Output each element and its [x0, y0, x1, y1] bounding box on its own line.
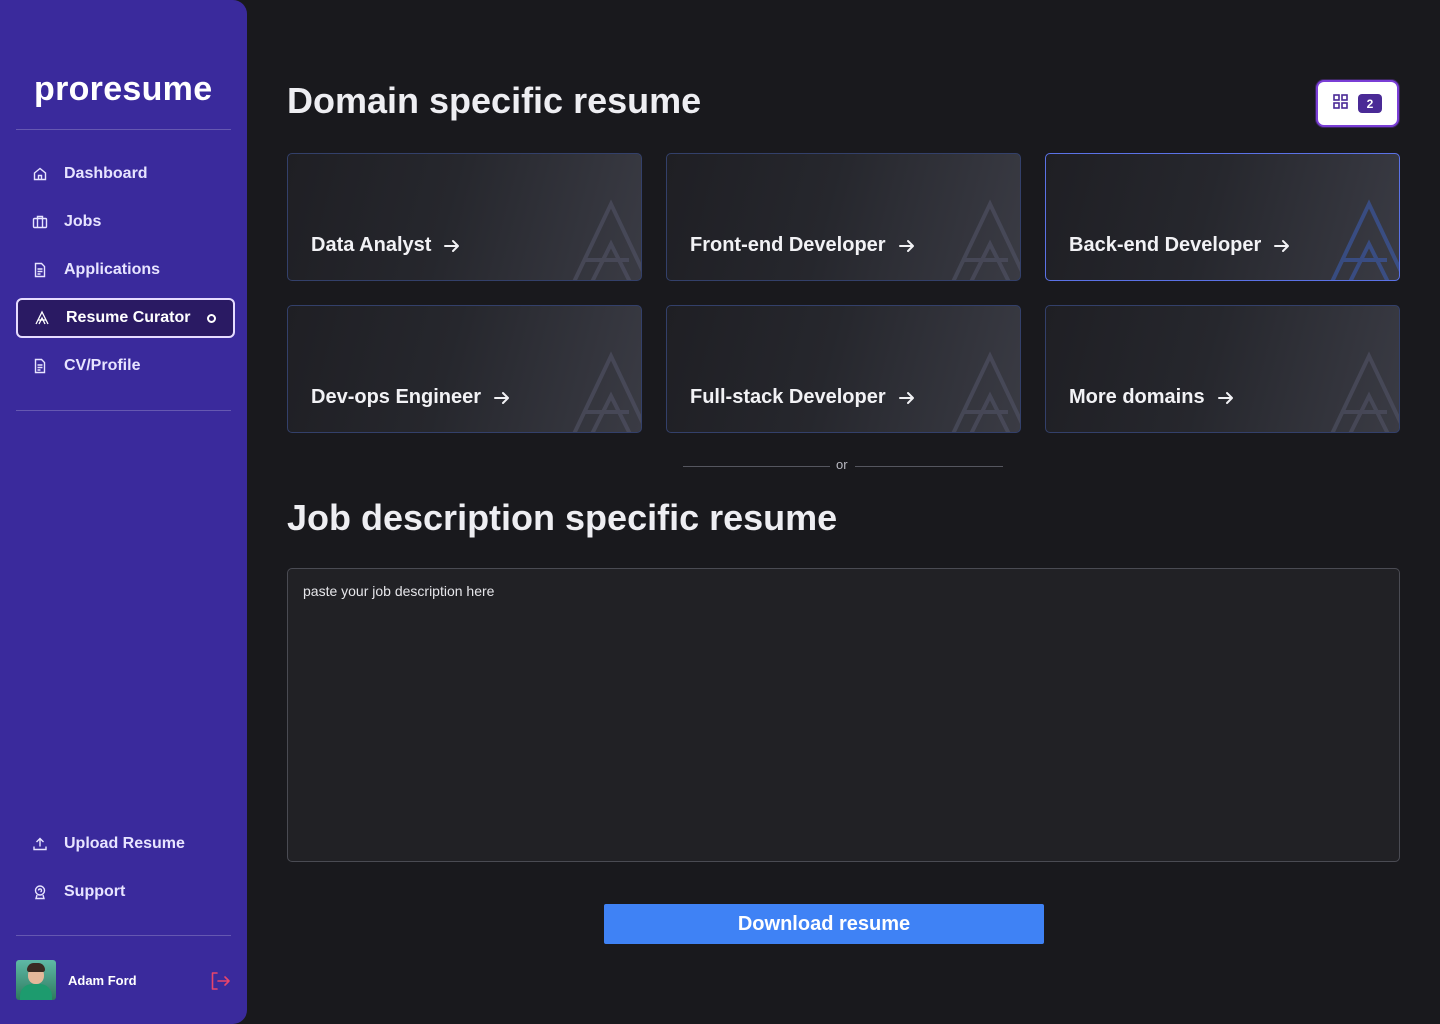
brand-logo[interactable]: proresume	[34, 70, 212, 109]
domain-card-label: More domains	[1069, 386, 1205, 408]
sidebar-item-label: CV/Profile	[64, 357, 141, 374]
sidebar-item-resume-curator[interactable]: Resume Curator	[16, 298, 235, 338]
grid-count-badge: 2	[1358, 94, 1382, 113]
card-watermark-icon	[951, 351, 1020, 432]
card-watermark-icon	[1330, 351, 1399, 432]
sidebar-item-upload-resume[interactable]: Upload Resume	[16, 824, 235, 864]
domain-card-label: Data Analyst	[311, 234, 432, 256]
sidebar-item-dashboard[interactable]: Dashboard	[16, 154, 235, 194]
upload-icon	[32, 836, 48, 852]
briefcase-icon	[32, 214, 48, 230]
or-divider-right	[855, 466, 1003, 467]
card-watermark-icon	[951, 199, 1020, 280]
sidebar-item-label: Resume Curator	[66, 309, 191, 326]
arrow-right-icon	[1274, 239, 1290, 252]
card-watermark-icon	[572, 199, 641, 280]
domain-card-dev-ops-engineer[interactable]: Dev-ops Engineer	[287, 305, 642, 433]
domain-card-front-end-developer[interactable]: Front-end Developer	[666, 153, 1021, 281]
sidebar-item-label: Dashboard	[64, 165, 148, 182]
support-icon	[32, 884, 48, 900]
arrow-right-icon	[898, 239, 914, 252]
app-root: proresume Dashboard Jobs Applications Re	[0, 0, 1440, 1024]
sidebar-item-label: Applications	[64, 261, 161, 278]
sidebar: proresume Dashboard Jobs Applications Re	[0, 0, 247, 1024]
avatar[interactable]	[16, 960, 56, 1000]
grid-icon	[1333, 93, 1348, 114]
sidebar-divider	[16, 410, 231, 411]
document-icon	[32, 262, 48, 278]
sidebar-item-jobs[interactable]: Jobs	[16, 202, 235, 242]
card-watermark-icon	[1330, 199, 1399, 280]
arrow-right-icon	[444, 239, 460, 252]
jd-section-title: Job description specific resume	[287, 497, 838, 538]
curator-icon	[34, 310, 50, 326]
domain-card-data-analyst[interactable]: Data Analyst	[287, 153, 642, 281]
domain-card-label: Back-end Developer	[1069, 234, 1262, 256]
or-divider-text: or	[836, 457, 848, 472]
domain-card-back-end-developer[interactable]: Back-end Developer	[1045, 153, 1400, 281]
arrow-right-icon	[494, 391, 510, 404]
domain-section-title: Domain specific resume	[287, 80, 702, 121]
card-watermark-icon	[572, 351, 641, 432]
or-divider-left	[683, 466, 830, 467]
sidebar-item-label: Upload Resume	[64, 835, 185, 852]
domain-card-label: Front-end Developer	[690, 234, 886, 256]
home-icon	[32, 166, 48, 182]
sidebar-item-applications[interactable]: Applications	[16, 250, 235, 290]
domain-card-more-domains[interactable]: More domains	[1045, 305, 1400, 433]
domain-card-label: Full-stack Developer	[690, 386, 886, 408]
user-name: Adam Ford	[68, 972, 137, 988]
download-resume-button[interactable]: Download resume	[604, 904, 1044, 944]
job-description-input[interactable]	[287, 568, 1400, 862]
sidebar-item-support[interactable]: Support	[16, 872, 235, 912]
document-icon	[32, 358, 48, 374]
arrow-right-icon	[1217, 391, 1233, 404]
sidebar-divider	[16, 129, 231, 130]
active-indicator-dot	[207, 314, 216, 323]
user-profile: Adam Ford	[16, 960, 231, 1000]
logout-icon[interactable]	[209, 970, 231, 992]
grid-view-button[interactable]: 2	[1316, 80, 1399, 127]
sidebar-item-cv-profile[interactable]: CV/Profile	[16, 346, 235, 386]
domain-card-full-stack-developer[interactable]: Full-stack Developer	[666, 305, 1021, 433]
sidebar-item-label: Jobs	[64, 213, 102, 230]
arrow-right-icon	[898, 391, 914, 404]
domain-card-label: Dev-ops Engineer	[311, 386, 482, 408]
sidebar-item-label: Support	[64, 883, 126, 900]
sidebar-divider	[16, 935, 231, 936]
